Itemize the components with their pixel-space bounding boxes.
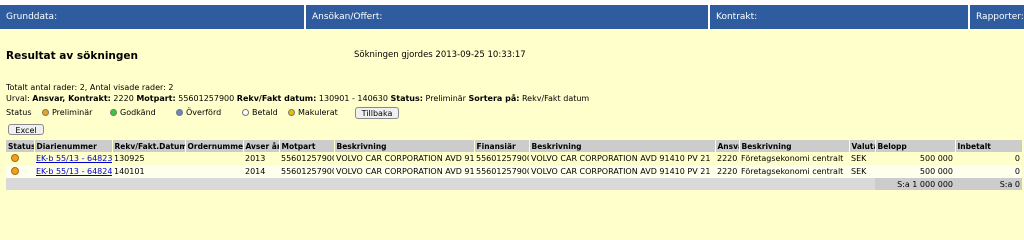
col-header[interactable]: Rekv/Fakt.Datum	[112, 140, 186, 152]
status-dot-icon	[288, 109, 295, 116]
col-header[interactable]: Ansvar	[715, 140, 740, 152]
cell-motpart-beskrivning: VOLVO CAR CORPORATION AVD 91410 PV 21	[334, 152, 474, 165]
cell-finansiar: 55601257900	[474, 165, 529, 178]
cell-inbetalt: 0	[955, 152, 1022, 165]
selection-summary: Urval: Ansvar, Kontrakt: 2220 Motpart: 5…	[6, 94, 589, 103]
status-preliminar-icon	[11, 154, 19, 162]
tillbaka-button[interactable]: Tillbaka	[355, 107, 399, 119]
cell-datum: 140101	[112, 165, 185, 178]
cell-ansvar: 2220	[715, 165, 739, 178]
search-timestamp: Sökningen gjordes 2013-09-25 10:33:17	[354, 50, 526, 60]
col-header[interactable]: Belopp	[875, 140, 956, 152]
cell-ansvar: 2220	[715, 152, 739, 165]
col-header[interactable]: Valuta	[849, 140, 876, 152]
nav-kontrakt[interactable]: Kontrakt:	[710, 5, 968, 29]
status-dot-icon	[110, 109, 117, 116]
cell-belopp: 500 000	[875, 152, 955, 165]
status-dot-icon	[176, 109, 183, 116]
diarienummer-link[interactable]: EK-b 55/13 - 64824	[36, 167, 112, 176]
table-row: EK-b 55/13 - 64824 140101 2014 556012579…	[6, 165, 1022, 178]
col-header[interactable]: Beskrivning	[739, 140, 850, 152]
total-rows-text: Totalt antal rader: 2, Antal visade rade…	[6, 83, 174, 92]
status-value: Preliminär	[425, 94, 466, 103]
datum-label: Rekv/Fakt datum:	[236, 94, 317, 103]
legend-label: Status	[6, 108, 32, 117]
legend-item-preliminar: Preliminär	[42, 108, 92, 117]
ansvar-label: Ansvar, Kontrakt:	[32, 94, 111, 103]
cell-inbetalt: 0	[955, 165, 1022, 178]
table-header-row: Status Diarienummer Rekv/Fakt.Datum Orde…	[6, 140, 1023, 152]
cell-finansiar-beskrivning: VOLVO CAR CORPORATION AVD 91410 PV 21	[529, 152, 715, 165]
table-row: EK-b 55/13 - 64823 130925 2013 556012579…	[6, 152, 1022, 165]
sort-value: Rekv/Fakt datum	[521, 94, 590, 103]
cell-valuta: SEK	[849, 165, 875, 178]
cell-finansiar-beskrivning: VOLVO CAR CORPORATION AVD 91410 PV 21	[529, 165, 715, 178]
status-label: Status:	[390, 94, 423, 103]
sum-belopp: S:a 1 000 000	[875, 178, 955, 190]
results-table: Status Diarienummer Rekv/Fakt.Datum Orde…	[6, 140, 1023, 190]
col-header[interactable]: Inbetalt	[955, 140, 1023, 152]
status-preliminar-icon	[11, 167, 19, 175]
motpart-value: 55601257900	[178, 94, 235, 103]
legend-item-betald: Betald	[242, 108, 278, 117]
cell-valuta: SEK	[849, 152, 875, 165]
nav-grunddata[interactable]: Grunddata:	[0, 5, 304, 29]
col-header[interactable]: Beskrivning	[334, 140, 475, 152]
cell-avser-ar: 2014	[243, 165, 279, 178]
cell-ordernummer	[185, 152, 243, 165]
datum-value: 130901 - 140630	[318, 94, 388, 103]
status-dot-icon	[242, 109, 249, 116]
page-title: Resultat av sökningen	[6, 50, 139, 62]
cell-motpart: 55601257900	[279, 165, 334, 178]
excel-export-button[interactable]: Excel	[8, 124, 44, 135]
diarienummer-link[interactable]: EK-b 55/13 - 64823	[36, 154, 112, 163]
total-row: S:a 1 000 000 S:a 0	[6, 178, 1022, 190]
sum-inbetalt: S:a 0	[955, 178, 1022, 190]
col-header[interactable]: Status	[6, 140, 35, 152]
cell-avser-ar: 2013	[243, 152, 279, 165]
sort-label: Sortera på:	[468, 94, 520, 103]
cell-belopp: 500 000	[875, 165, 955, 178]
status-dot-icon	[42, 109, 49, 116]
col-header[interactable]: Ordernummer	[185, 140, 244, 152]
col-header[interactable]: Diarienummer	[34, 140, 113, 152]
legend-item-makulerat: Makulerat	[288, 108, 338, 117]
legend-item-godkand: Godkänd	[110, 108, 156, 117]
col-header[interactable]: Avser år	[243, 140, 280, 152]
col-header[interactable]: Finansiär	[474, 140, 530, 152]
cell-motpart: 55601257900	[279, 152, 334, 165]
top-navigation: Grunddata: Ansökan/Offert: Kontrakt: Rap…	[0, 0, 1024, 30]
col-header[interactable]: Motpart	[279, 140, 335, 152]
nav-rapporter[interactable]: Rapporter:	[970, 5, 1024, 29]
cell-finansiar: 55601257900	[474, 152, 529, 165]
kontrakt-value: 2220	[113, 94, 134, 103]
motpart-label: Motpart:	[136, 94, 176, 103]
selection-prefix: Urval:	[6, 94, 30, 103]
cell-ansvar-beskrivning: Företagsekonomi centralt	[739, 165, 849, 178]
cell-datum: 130925	[112, 152, 185, 165]
cell-motpart-beskrivning: VOLVO CAR CORPORATION AVD 91410 PV 21	[334, 165, 474, 178]
nav-ansokan-offert[interactable]: Ansökan/Offert:	[306, 5, 708, 29]
col-header[interactable]: Beskrivning	[529, 140, 716, 152]
legend-item-overford: Överförd	[176, 108, 221, 117]
cell-ansvar-beskrivning: Företagsekonomi centralt	[739, 152, 849, 165]
cell-ordernummer	[185, 165, 243, 178]
